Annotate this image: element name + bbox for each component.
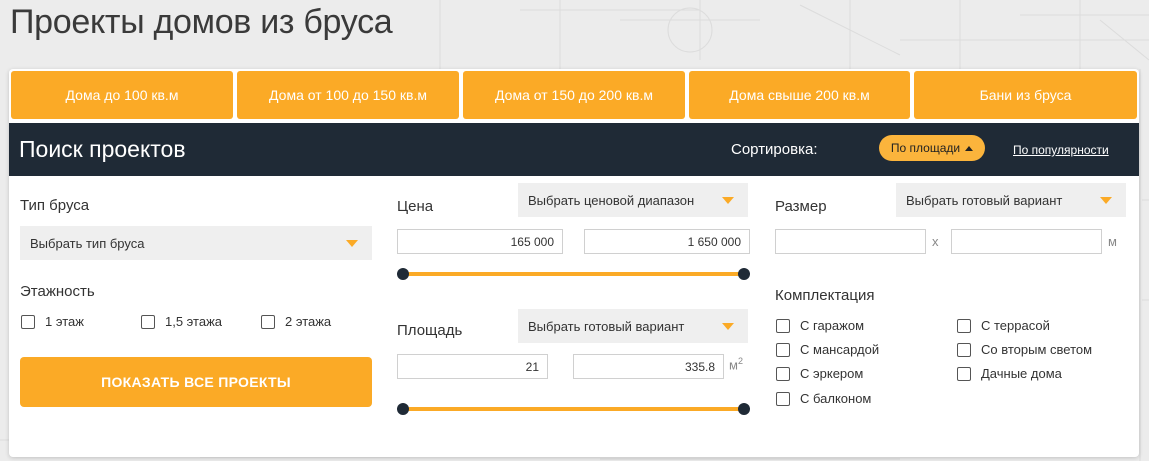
chevron-down-icon xyxy=(722,323,734,330)
area-preset-select-value: Выбрать готовый вариант xyxy=(528,318,685,334)
balcony-checkbox[interactable] xyxy=(776,392,790,406)
chevron-down-icon xyxy=(722,197,734,204)
search-title: Поиск проектов xyxy=(19,136,186,162)
terrace-label: С террасой xyxy=(981,318,1050,333)
second-light-checkbox[interactable] xyxy=(957,343,971,357)
floors-1-label: 1 этаж xyxy=(45,314,84,329)
floors-1-5-checkbox[interactable] xyxy=(141,315,155,329)
size-separator: x xyxy=(932,234,939,249)
balcony-label: С балконом xyxy=(800,391,872,406)
area-slider-max-handle[interactable] xyxy=(738,403,750,415)
floors-1-checkbox[interactable] xyxy=(21,315,35,329)
size-label: Размер xyxy=(775,198,827,215)
floors-2-checkbox[interactable] xyxy=(261,315,275,329)
sort-by-popularity-link[interactable]: По популярности xyxy=(1013,143,1109,157)
area-unit-sup: 2 xyxy=(737,356,743,366)
price-slider-min-handle[interactable] xyxy=(397,268,409,280)
second-light-label: Со вторым светом xyxy=(981,342,1093,357)
area-preset-select[interactable]: Выбрать готовый вариант xyxy=(518,309,748,343)
search-header: Поиск проектов Сортировка: По площади По… xyxy=(9,123,1139,176)
bay-window-checkbox[interactable] xyxy=(776,367,790,381)
category-tabs: Дома до 100 кв.м Дома от 100 до 150 кв.м… xyxy=(9,69,1139,123)
price-max-input[interactable] xyxy=(584,229,750,254)
attic-label: С мансардой xyxy=(800,342,880,357)
floors-2-label: 2 этажа xyxy=(285,314,332,329)
sort-ascending-icon xyxy=(965,145,974,151)
price-min-input[interactable] xyxy=(397,229,563,254)
size-unit: м xyxy=(1108,234,1117,249)
chevron-down-icon xyxy=(346,240,358,247)
equipment-label: Комплектация xyxy=(775,287,875,304)
terrace-checkbox[interactable] xyxy=(957,319,971,333)
area-min-input[interactable] xyxy=(397,354,548,379)
garage-checkbox[interactable] xyxy=(776,319,790,333)
area-max-input[interactable] xyxy=(573,354,724,379)
timber-type-select-value: Выбрать тип бруса xyxy=(30,235,145,251)
size-length-input[interactable] xyxy=(951,229,1102,254)
page-title: Проекты домов из бруса xyxy=(10,3,393,41)
price-label: Цена xyxy=(397,198,434,215)
size-preset-select-value: Выбрать готовый вариант xyxy=(906,192,1063,208)
country-houses-label: Дачные дома xyxy=(981,366,1062,381)
bay-window-label: С эркером xyxy=(800,366,864,381)
area-unit-text: м xyxy=(729,357,738,373)
price-range-select-value: Выбрать ценовой диапазон xyxy=(528,192,695,208)
tab-bathhouses[interactable]: Бани из бруса xyxy=(914,71,1137,119)
timber-type-label: Тип бруса xyxy=(20,197,90,214)
size-preset-select[interactable]: Выбрать готовый вариант xyxy=(896,183,1126,217)
price-slider-max-handle[interactable] xyxy=(738,268,750,280)
attic-checkbox[interactable] xyxy=(776,343,790,357)
project-search-card: Дома до 100 кв.м Дома от 100 до 150 кв.м… xyxy=(9,69,1139,457)
country-houses-checkbox[interactable] xyxy=(957,367,971,381)
sort-by-area-label: По площади xyxy=(890,141,961,155)
area-unit: м2 xyxy=(729,356,743,372)
tab-houses-under-100[interactable]: Дома до 100 кв.м xyxy=(11,71,233,119)
sort-by-area-button[interactable]: По площади xyxy=(879,135,985,161)
sort-label: Сортировка: xyxy=(731,141,818,158)
garage-label: С гаражом xyxy=(800,318,865,333)
floors-1-5-label: 1,5 этажа xyxy=(165,314,222,329)
size-width-input[interactable] xyxy=(775,229,926,254)
timber-type-select[interactable]: Выбрать тип бруса xyxy=(20,226,372,260)
tab-houses-100-150[interactable]: Дома от 100 до 150 кв.м xyxy=(237,71,459,119)
tab-houses-150-200[interactable]: Дома от 150 до 200 кв.м xyxy=(463,71,685,119)
show-all-projects-button[interactable]: ПОКАЗАТЬ ВСЕ ПРОЕКТЫ xyxy=(20,357,372,407)
area-slider-track[interactable] xyxy=(402,407,744,411)
area-slider-min-handle[interactable] xyxy=(397,403,409,415)
floors-label: Этажность xyxy=(20,283,95,300)
price-slider-track[interactable] xyxy=(402,272,744,276)
area-label: Площадь xyxy=(397,322,463,339)
price-range-select[interactable]: Выбрать ценовой диапазон xyxy=(518,183,748,217)
chevron-down-icon xyxy=(1100,197,1112,204)
tab-houses-over-200[interactable]: Дома свыше 200 кв.м xyxy=(689,71,910,119)
